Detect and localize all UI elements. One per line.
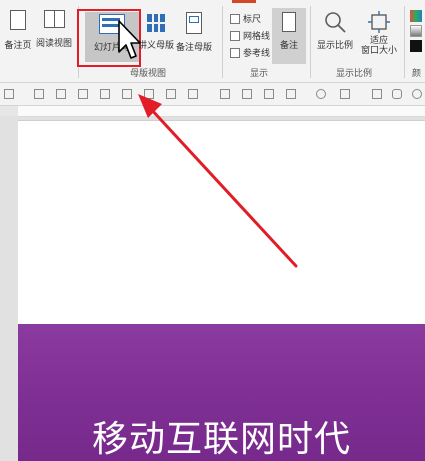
reading-view-label: 阅读视图	[35, 39, 72, 49]
zoom-button[interactable]: 显示比例	[314, 10, 356, 51]
magnifier-icon	[325, 12, 346, 33]
align-top-icon[interactable]	[100, 89, 110, 99]
ruler-checkbox-box	[230, 13, 240, 24]
show-group-label: 显示	[250, 69, 269, 79]
ruler-checkbox[interactable]: 标尺	[230, 12, 261, 25]
guides-label: 参考线	[243, 49, 271, 59]
horizontal-ruler	[18, 106, 425, 117]
separator	[310, 6, 311, 78]
align-bottom-icon[interactable]	[144, 89, 154, 99]
distribute-horizontal-icon[interactable]	[166, 89, 176, 99]
notes-page-button[interactable]: 备注页	[3, 10, 33, 51]
align-left-icon[interactable]	[34, 89, 44, 99]
book-icon	[44, 10, 65, 28]
shape-outline-icon[interactable]	[340, 89, 350, 99]
ruler-label: 标尺	[243, 15, 262, 25]
distribute-vertical-icon[interactable]	[188, 89, 198, 99]
fit-window-icon	[368, 11, 390, 33]
notes-button[interactable]: 备注	[272, 10, 306, 51]
group-icon[interactable]	[220, 89, 230, 99]
gridlines-checkbox-box	[230, 30, 240, 41]
notes-page-label: 备注页	[4, 41, 32, 51]
notes-page-icon	[10, 10, 26, 30]
rectangle-shape-icon[interactable]	[372, 89, 382, 99]
fit-window-button[interactable]: 适应 窗口大小	[358, 10, 400, 56]
gridlines-checkbox[interactable]: 网格线	[230, 29, 270, 42]
close-icon[interactable]	[4, 89, 14, 99]
color-swatches[interactable]	[410, 10, 424, 52]
handout-master-icon	[147, 14, 165, 32]
fit-window-label: 适应 窗口大小	[360, 36, 397, 56]
shape-fill-icon[interactable]	[316, 89, 326, 99]
rounded-rectangle-icon[interactable]	[392, 89, 402, 99]
mouse-cursor-icon	[118, 20, 141, 59]
align-center-icon[interactable]	[56, 89, 66, 99]
guides-checkbox[interactable]: 参考线	[230, 46, 270, 59]
bring-forward-icon[interactable]	[264, 89, 274, 99]
oval-shape-icon[interactable]	[412, 89, 422, 99]
slide-canvas[interactable]: 移动互联网时代	[18, 120, 425, 461]
align-middle-icon[interactable]	[122, 89, 132, 99]
align-right-icon[interactable]	[78, 89, 88, 99]
handout-master-label: 讲义母版	[138, 41, 175, 51]
notes-master-icon	[186, 12, 202, 34]
reading-view-button[interactable]: 阅读视图	[34, 10, 74, 49]
ribbon: 备注页 阅读视图 幻灯片母 讲义母版 备注母版 母版视图 标尺 网格线 参考线 …	[0, 0, 425, 83]
notes-master-button[interactable]: 备注母版	[174, 12, 214, 53]
active-tab-indicator	[232, 0, 256, 3]
zoom-group-label: 显示比例	[336, 69, 373, 79]
master-views-group-label: 母版视图	[130, 69, 167, 79]
color-group-label: 颜	[412, 69, 422, 79]
notes-icon	[282, 12, 296, 32]
notes-master-label: 备注母版	[175, 43, 212, 53]
ungroup-icon[interactable]	[242, 89, 252, 99]
arrange-toolbar	[0, 83, 425, 106]
gridlines-label: 网格线	[243, 32, 271, 42]
slide-title[interactable]: 移动互联网时代	[18, 410, 425, 461]
slide-border	[18, 120, 425, 121]
notes-label: 备注	[279, 41, 298, 51]
guides-checkbox-box	[230, 47, 240, 58]
send-backward-icon[interactable]	[286, 89, 296, 99]
separator	[222, 6, 223, 78]
handout-master-button[interactable]: 讲义母版	[138, 12, 174, 51]
separator	[404, 6, 405, 78]
zoom-label: 显示比例	[316, 41, 353, 51]
